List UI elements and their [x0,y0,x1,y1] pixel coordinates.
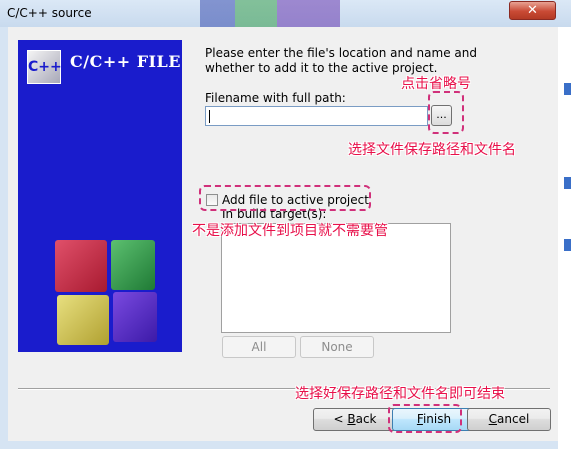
close-icon: ✕ [527,3,538,18]
annotation-box-browse [428,91,464,134]
back-button[interactable]: < Back [313,408,397,431]
all-button[interactable]: All [222,336,296,358]
annotation-choose-path: 选择文件保存路径和文件名 [348,142,516,158]
bg-link-mark [564,177,571,189]
green-cube [111,240,155,290]
purple-cube [113,292,157,342]
cancel-rest: ancel [497,412,530,426]
yellow-cube [57,295,109,345]
annotation-finish-hint: 选择好保存路径和文件名即可结束 [295,386,505,402]
text-caret [209,110,210,123]
back-prefix: < [333,412,348,426]
none-button[interactable]: None [300,336,374,358]
intro-text: Please enter the file's location and nam… [205,46,495,76]
cancel-mnemonic: C [488,412,498,426]
background-window-edge [558,27,571,449]
title-decoration [200,0,340,27]
window-title: C/C++ source [7,6,92,20]
annotation-click-ellipsis: 点击省略号 [401,76,471,92]
title-bar: C/C++ source ✕ [0,0,571,27]
bg-link-mark [564,83,571,95]
annotation-not-adding: 不是添加文件到项目就不需要管 [192,223,388,239]
intro-line: Please enter the file's location and nam… [205,46,477,60]
wizard-banner: C++ C/C++ FILE [18,40,182,352]
banner-title: C/C++ FILE [70,52,181,71]
filename-label: Filename with full path: [205,91,346,105]
filename-input[interactable] [205,106,428,126]
cancel-button[interactable]: Cancel [467,408,551,431]
annotation-box-finish [388,404,462,433]
red-cube [55,240,107,292]
bg-link-mark [564,239,571,251]
annotation-box-checkbox [199,185,371,211]
close-button[interactable]: ✕ [509,1,556,20]
back-rest: ack [355,412,377,426]
back-mnemonic: B [347,412,356,426]
c-plus-plus-logo-icon: C++ [27,50,62,84]
